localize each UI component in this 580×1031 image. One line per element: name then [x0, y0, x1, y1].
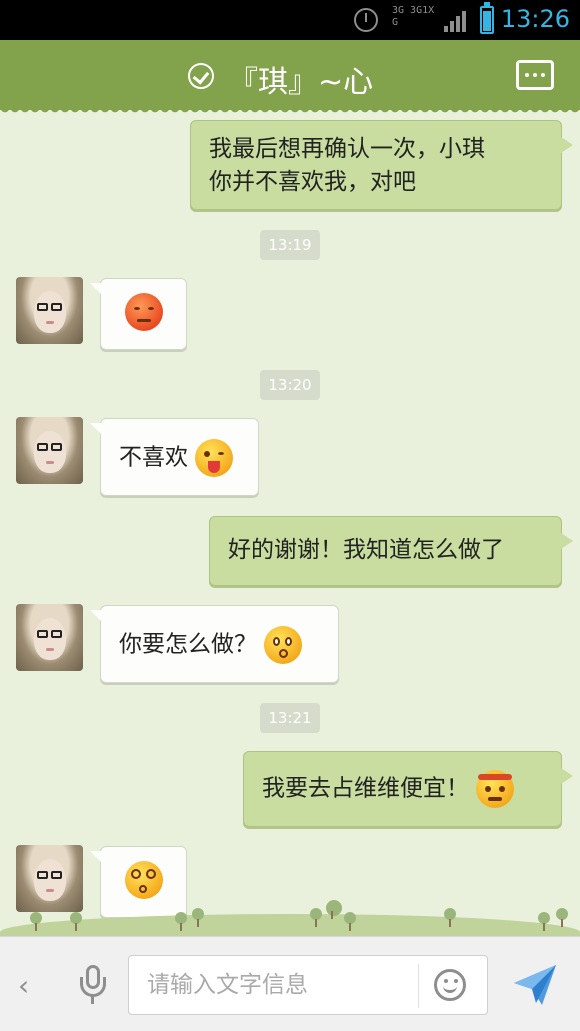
message-input-field[interactable]: [128, 955, 488, 1015]
message-bubble-incoming[interactable]: 你要怎么做？: [90, 605, 339, 683]
send-icon[interactable]: [512, 963, 558, 1007]
status-bar: 3G 3G1X G 13:26: [0, 0, 580, 40]
message-bubble-incoming[interactable]: 不喜欢: [90, 418, 259, 496]
message-bubble-outgoing[interactable]: 好的谢谢！我知道怎么做了: [209, 516, 573, 586]
contact-avatar[interactable]: [16, 277, 83, 344]
contact-avatar[interactable]: [16, 604, 83, 671]
headband-angry-face-icon: [476, 770, 515, 808]
input-divider: [418, 964, 419, 1008]
landscape-decoration: [0, 890, 580, 936]
message-input-bar: ‹: [0, 936, 580, 1031]
chat-messages[interactable]: 我最后想再确认一次，小琪 你并不喜欢我，对吧 13:19 13:20 不喜欢 好…: [0, 110, 580, 936]
chat-header: 『琪』~心: [0, 40, 580, 116]
alarm-icon: [354, 8, 378, 32]
microphone-icon[interactable]: [78, 965, 108, 1005]
message-text: 不喜欢: [119, 444, 188, 471]
network-type-icon: 3G 3G1X G: [392, 5, 435, 28]
tongue-wink-face-icon: [195, 439, 234, 477]
message-text: 你要怎么做？: [119, 631, 257, 658]
message-text: 我要去占维维便宜！: [262, 775, 469, 802]
chat-title: 『琪』~心: [228, 65, 374, 100]
message-input[interactable]: [147, 956, 417, 1014]
message-text: 好的谢谢！我知道怎么做了: [228, 537, 504, 563]
message-text: 我最后想再确认一次，小琪: [209, 136, 485, 162]
emoji-icon[interactable]: [434, 969, 466, 1001]
pensive-face-icon: [125, 293, 163, 331]
battery-icon: [480, 2, 494, 34]
message-bubble-outgoing[interactable]: 我要去占维维便宜！: [243, 751, 573, 827]
collapse-arrow-icon[interactable]: ‹: [18, 969, 29, 1002]
message-text: 你并不喜欢我，对吧: [209, 169, 416, 195]
more-options-button[interactable]: [516, 60, 554, 90]
message-bubble-outgoing[interactable]: 我最后想再确认一次，小琪 你并不喜欢我，对吧: [190, 120, 573, 210]
message-timestamp: 13:21: [260, 703, 320, 733]
signal-strength-icon: [444, 8, 470, 32]
message-timestamp: 13:20: [260, 370, 320, 400]
message-bubble-incoming[interactable]: [90, 278, 187, 350]
message-timestamp: 13:19: [260, 230, 320, 260]
surprised-face-icon: [264, 626, 303, 664]
contact-avatar[interactable]: [16, 417, 83, 484]
verified-check-icon: [188, 63, 214, 89]
clock: 13:26: [500, 5, 570, 33]
